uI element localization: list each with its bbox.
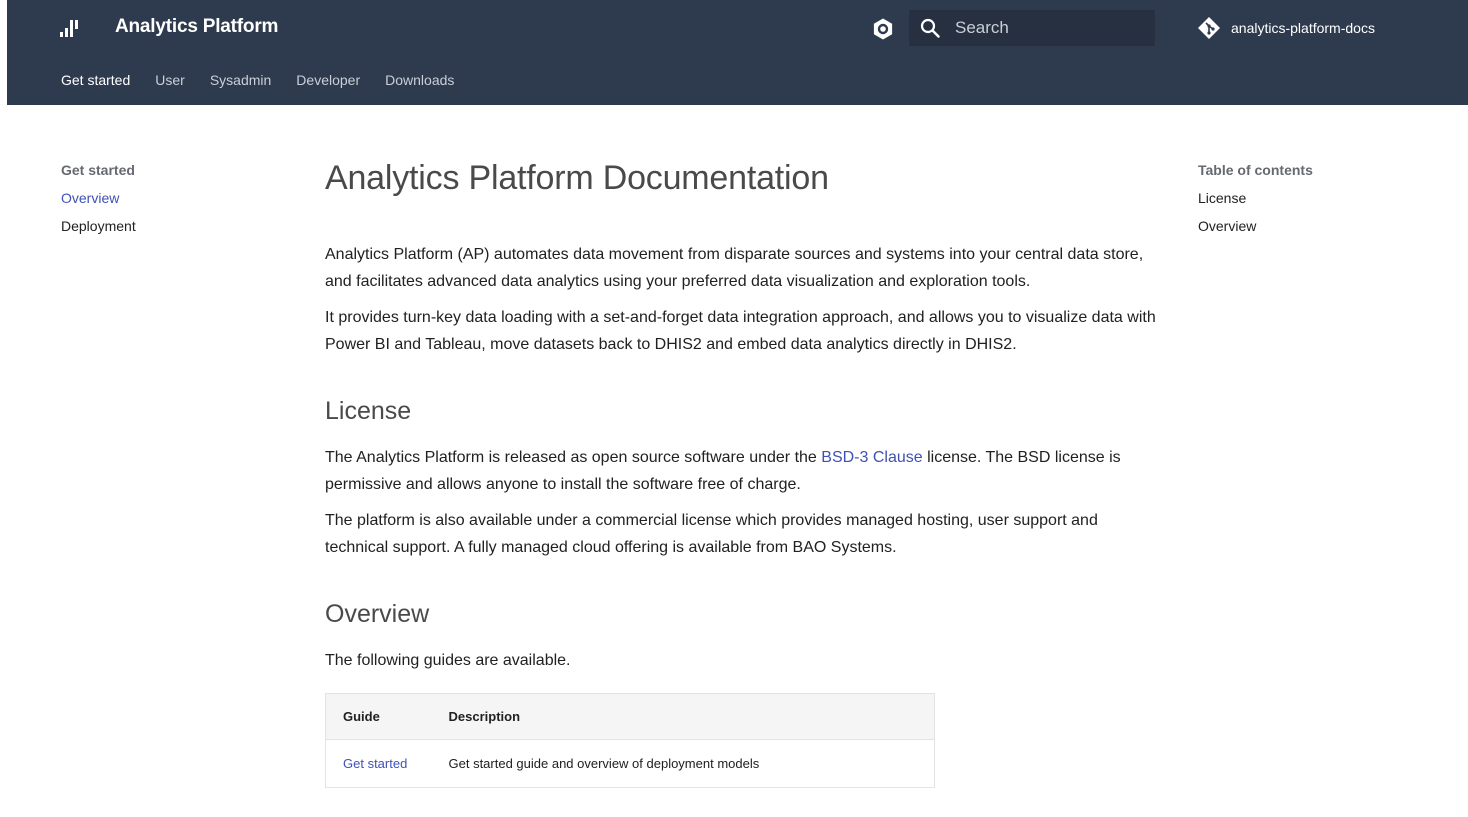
guide-description: Get started guide and overview of deploy…: [431, 738, 935, 787]
search-box[interactable]: [909, 10, 1155, 46]
table-of-contents: Table of contents License Overview: [1198, 162, 1438, 246]
overview-heading: Overview: [325, 600, 430, 628]
tab-developer[interactable]: Developer: [296, 72, 360, 88]
license-paragraph-2: The platform is also available under a c…: [325, 512, 1098, 556]
site-title[interactable]: Analytics Platform: [115, 16, 278, 38]
bar-chart-logo-icon[interactable]: [60, 17, 82, 39]
table-header-row: Guide Description: [325, 693, 935, 739]
overview-paragraph: The following guides are available.: [325, 652, 571, 669]
page-title: Analytics Platform Documentation: [325, 159, 829, 197]
toc-item-overview[interactable]: Overview: [1198, 218, 1438, 246]
repo-link[interactable]: analytics-platform-docs: [1197, 16, 1375, 40]
sidebar-item-overview[interactable]: Overview: [61, 190, 261, 218]
search-input[interactable]: [955, 10, 1145, 46]
git-icon: [1198, 17, 1220, 39]
intro-paragraph-2: It provides turn-key data loading with a…: [325, 309, 1156, 353]
guides-table: Guide Description Get started Get starte…: [325, 692, 935, 788]
page-left-edge: [0, 0, 7, 817]
sidebar-item-deployment[interactable]: Deployment: [61, 218, 261, 246]
tab-user[interactable]: User: [155, 72, 185, 88]
site-header: Analytics Platform analytics-platform-do…: [7, 0, 1468, 105]
bsd-license-link[interactable]: BSD-3 Clause: [821, 449, 922, 466]
column-header-guide: Guide: [325, 693, 432, 739]
tab-get-started[interactable]: Get started: [61, 72, 130, 88]
table-row: Get started Get started guide and overvi…: [325, 738, 935, 787]
repo-name: analytics-platform-docs: [1231, 20, 1375, 36]
palette-toggle-icon[interactable]: [871, 17, 895, 41]
license-paragraph-1: The Analytics Platform is released as op…: [325, 445, 1160, 498]
sidebar-heading: Get started: [61, 162, 135, 178]
license-text-before: The Analytics Platform is released as op…: [325, 449, 822, 466]
intro-paragraph-1: Analytics Platform (AP) automates data m…: [325, 246, 1144, 290]
guide-link-get-started[interactable]: Get started: [325, 738, 432, 787]
sidebar-nav: Get started Overview Deployment: [61, 162, 261, 246]
main-content: Analytics Platform Documentation Analyti…: [325, 158, 1160, 788]
search-icon: [920, 18, 940, 38]
license-heading: License: [325, 397, 412, 425]
tab-sysadmin[interactable]: Sysadmin: [210, 72, 271, 88]
toc-item-license[interactable]: License: [1198, 190, 1438, 218]
toc-heading: Table of contents: [1198, 162, 1313, 178]
tab-downloads[interactable]: Downloads: [385, 72, 454, 88]
column-header-description: Description: [431, 693, 935, 739]
top-tabs: Get started User Sysadmin Developer Down…: [61, 72, 479, 88]
